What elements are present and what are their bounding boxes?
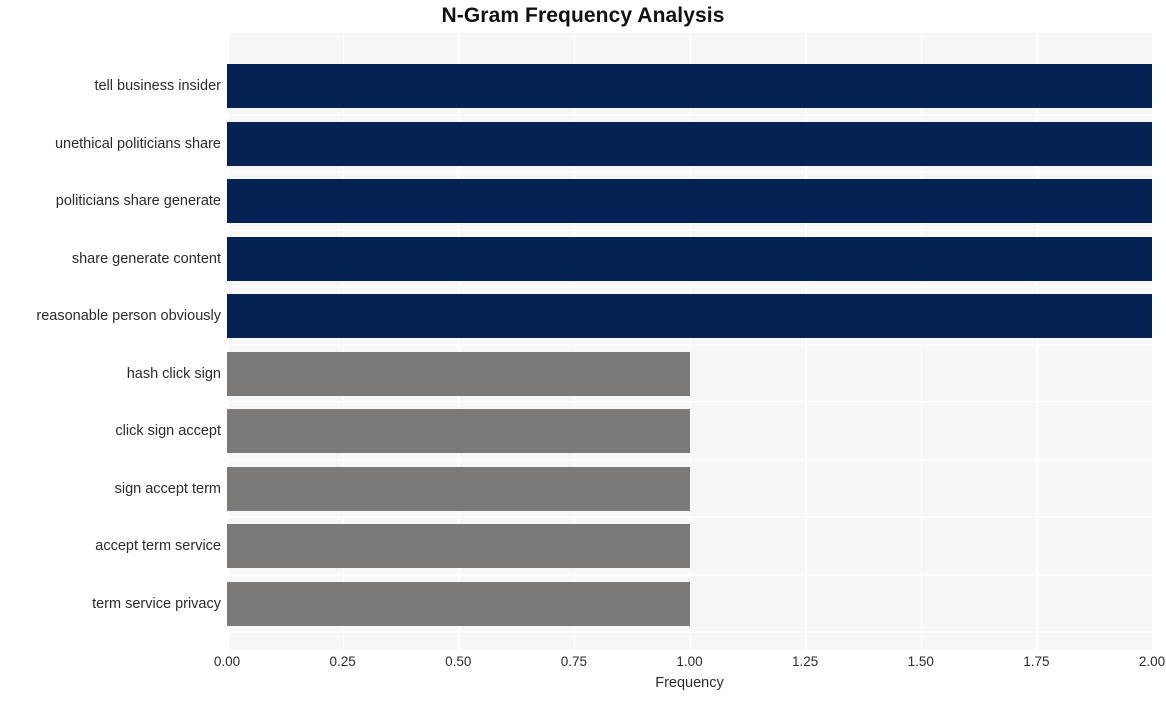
bar[interactable] bbox=[227, 236, 1152, 281]
y-axis-tick-label: unethical politicians share bbox=[54, 135, 221, 152]
gridline-horizontal bbox=[227, 631, 1152, 634]
x-axis-tick-label: 0.50 bbox=[445, 654, 472, 669]
y-axis-tick-label: hash click sign bbox=[126, 365, 221, 382]
gridline-horizontal bbox=[227, 343, 1152, 346]
x-axis-tick-label: 0.25 bbox=[329, 654, 356, 669]
bar[interactable] bbox=[227, 294, 1152, 338]
x-axis-label: Frequency bbox=[655, 675, 724, 691]
y-axis-tick-label: share generate content bbox=[71, 250, 221, 267]
y-axis-tick-label: tell business insider bbox=[94, 78, 221, 94]
bar[interactable] bbox=[227, 121, 1152, 166]
chart-title: N-Gram Frequency Analysis bbox=[441, 4, 725, 27]
y-axis-tick-label: click sign accept bbox=[115, 423, 221, 439]
plot-area bbox=[227, 33, 1154, 650]
bar[interactable] bbox=[227, 179, 1152, 223]
bar[interactable] bbox=[227, 524, 690, 568]
bar[interactable] bbox=[227, 351, 690, 396]
y-axis-tick-label: accept term service bbox=[95, 538, 221, 554]
bar[interactable] bbox=[227, 64, 1152, 108]
bar[interactable] bbox=[227, 581, 690, 626]
x-axis-tick-label: 1.00 bbox=[676, 654, 703, 669]
y-axis-tick-label: politicians share generate bbox=[55, 193, 221, 209]
gridline-horizontal bbox=[227, 113, 1152, 116]
x-axis-tick-label: 1.50 bbox=[907, 654, 934, 669]
y-axis-tick-labels: tell business insider unethical politicia… bbox=[0, 33, 221, 650]
x-axis-tick-label: 2.00 bbox=[1138, 654, 1166, 669]
gridline-horizontal bbox=[227, 171, 1152, 174]
y-axis-tick-label: term service privacy bbox=[92, 595, 221, 612]
x-axis-tick-label: 1.25 bbox=[791, 654, 819, 669]
x-axis-tick-label: 0.00 bbox=[213, 654, 241, 669]
x-axis-tick-label: 1.75 bbox=[1023, 654, 1050, 669]
x-axis-tick-labels: 0.00 0.25 0.50 0.75 1.00 1.25 1.50 1.75 2.00 bbox=[0, 653, 1166, 673]
y-axis-tick-label: sign accept term bbox=[114, 480, 221, 497]
gridline-horizontal bbox=[227, 516, 1152, 519]
gridline-horizontal bbox=[227, 286, 1152, 289]
x-axis-tick-label: 0.75 bbox=[560, 654, 588, 669]
bar[interactable] bbox=[227, 409, 690, 453]
gridline-horizontal bbox=[227, 458, 1152, 461]
y-axis-tick-label: reasonable person obviously bbox=[36, 308, 221, 324]
gridline-horizontal bbox=[227, 401, 1152, 404]
gridline-vertical bbox=[1152, 33, 1154, 650]
chart-figure: N-Gram Frequency Analysis tell business … bbox=[0, 0, 1166, 701]
gridline-horizontal bbox=[227, 228, 1152, 231]
gridline-horizontal bbox=[227, 573, 1152, 576]
bar[interactable] bbox=[227, 466, 690, 511]
